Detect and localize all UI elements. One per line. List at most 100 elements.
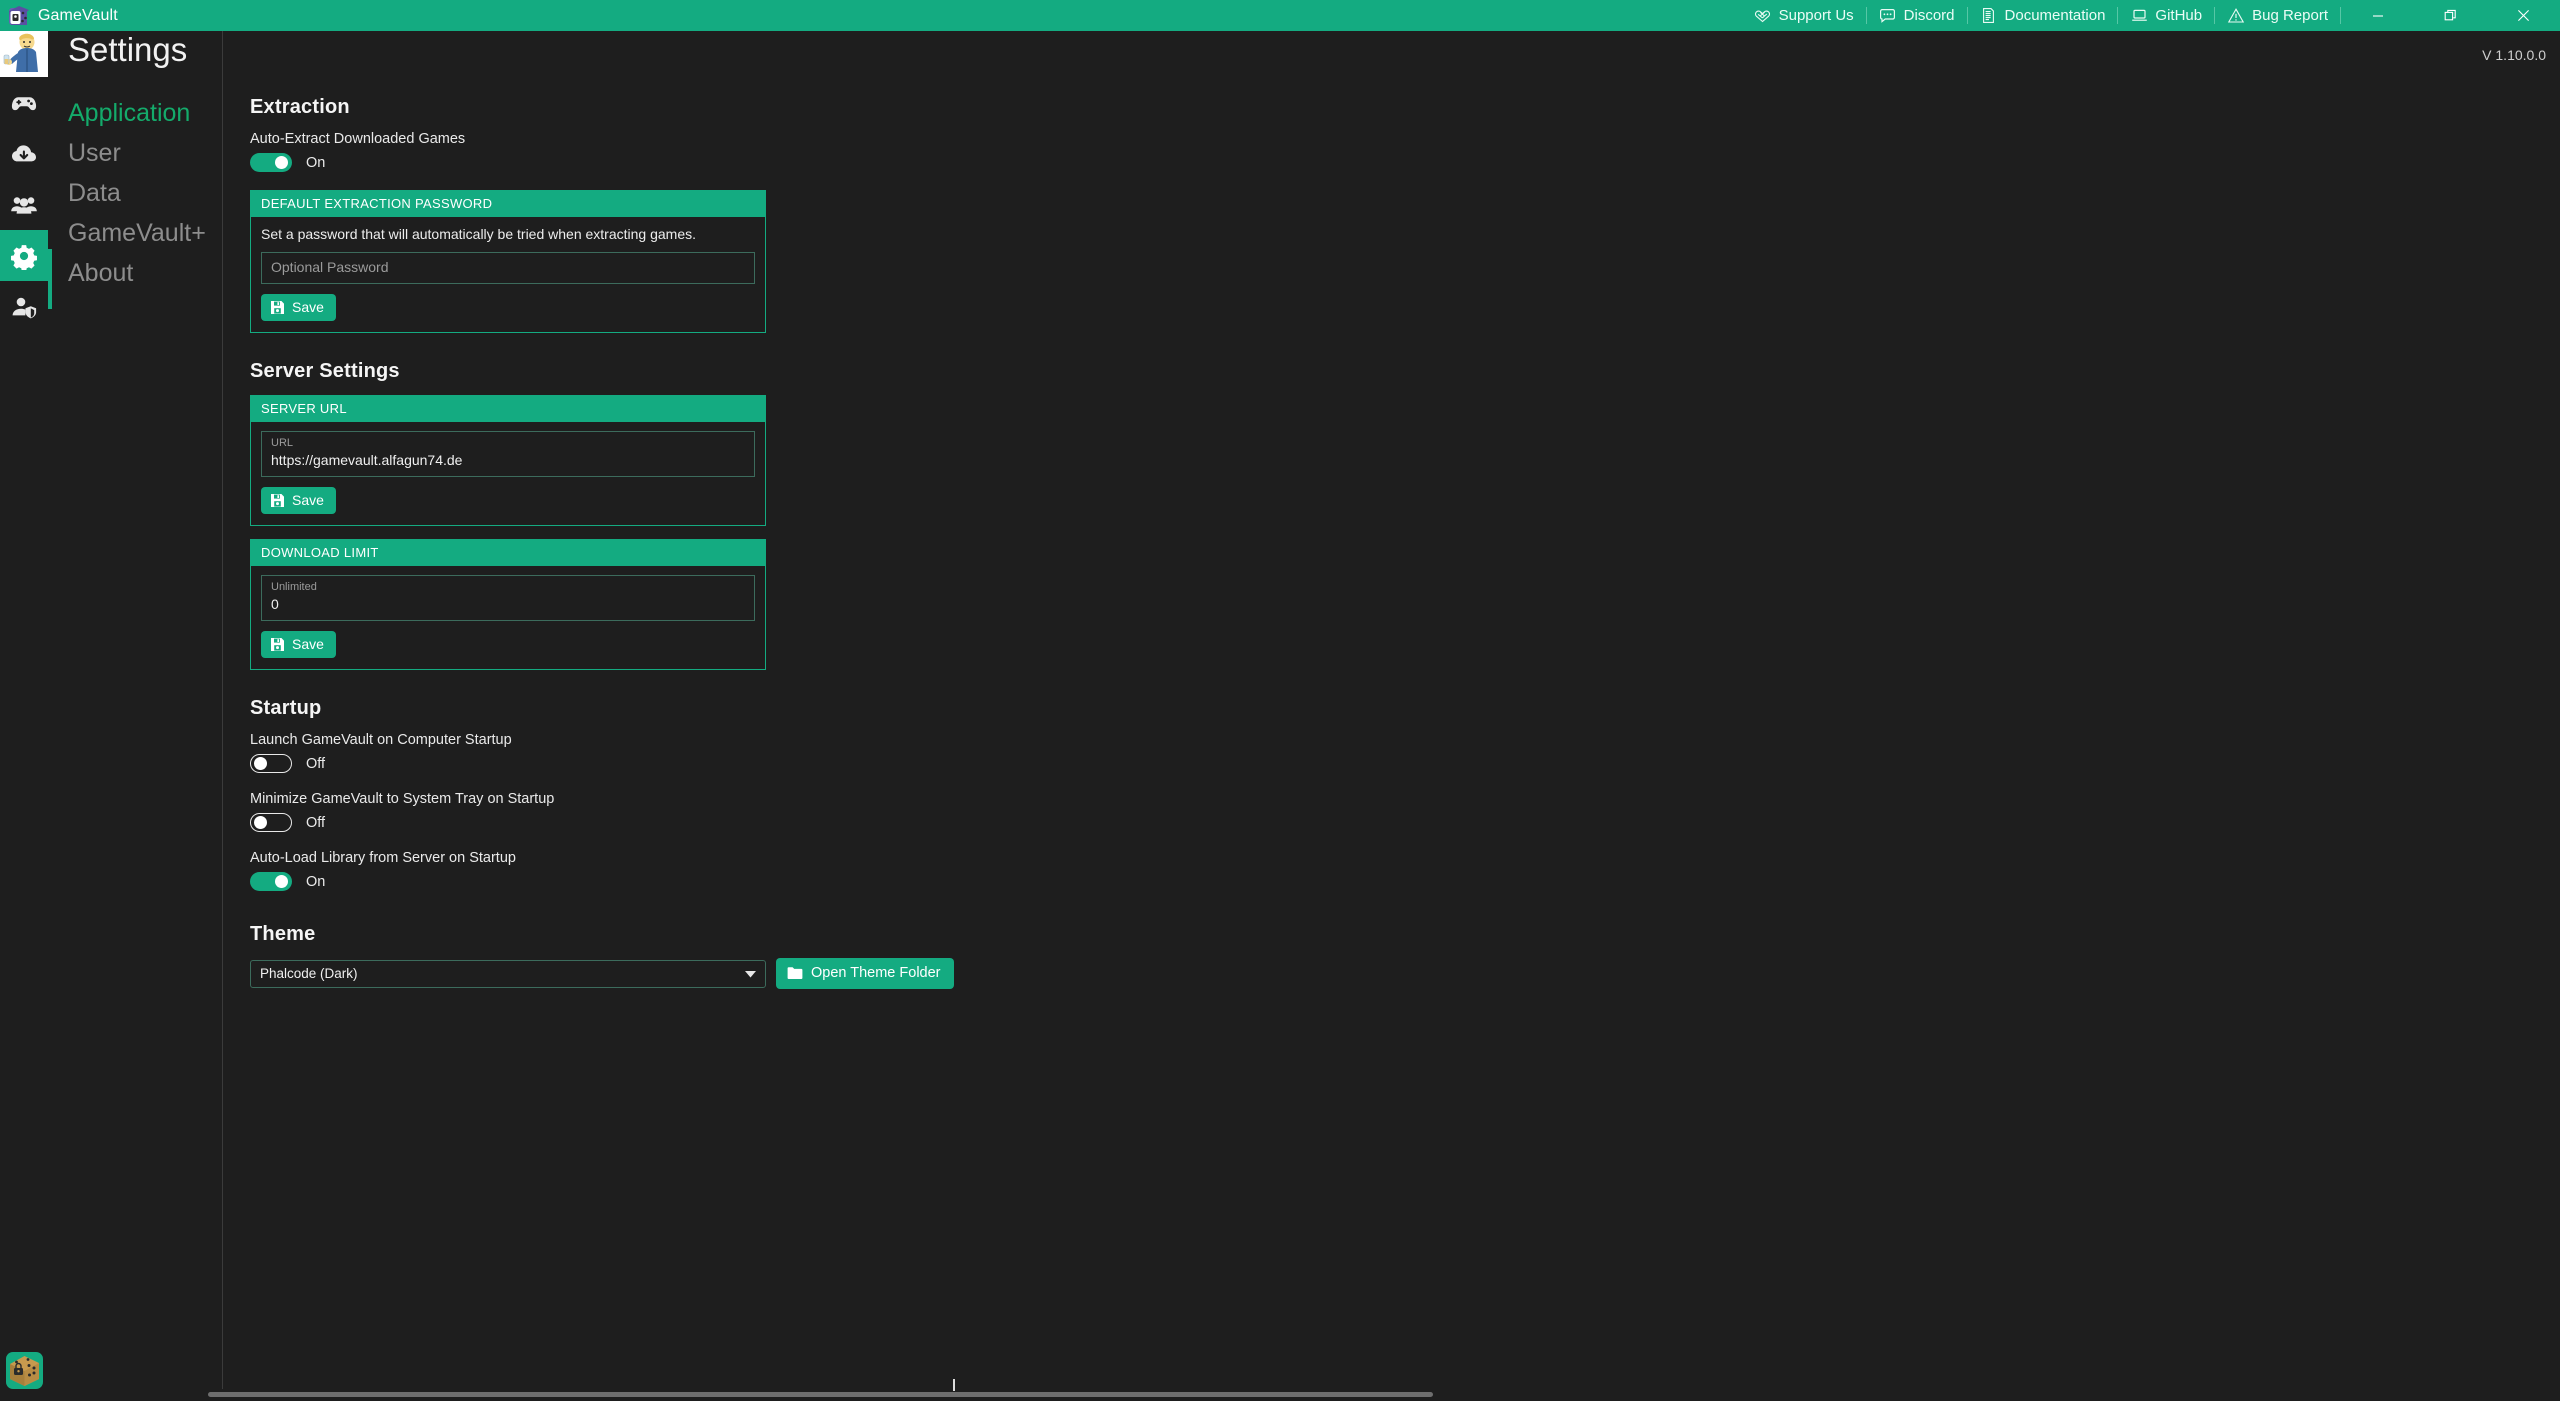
folder-icon	[787, 966, 803, 980]
titlebar-link-bug-report[interactable]: Bug Report	[2215, 0, 2340, 31]
titlebar-link-discord[interactable]: Discord	[1867, 0, 1967, 31]
save-download-limit-button[interactable]: Save	[261, 631, 336, 658]
save-button-label: Save	[292, 299, 324, 315]
save-button-label: Save	[292, 492, 324, 508]
toggle-knob	[275, 875, 288, 888]
rail-item-settings[interactable]	[0, 230, 48, 281]
save-server-url-button[interactable]: Save	[261, 487, 336, 514]
server-url-input[interactable]: URL https://gamevault.alfagun74.de	[261, 431, 755, 477]
auto-load-library-toggle[interactable]	[250, 872, 292, 891]
chat-bubble-icon	[1879, 7, 1897, 25]
gear-icon	[10, 242, 38, 270]
toggle-knob	[275, 156, 288, 169]
icon-rail	[0, 31, 48, 1401]
settings-nav: Application User Data GameVault+ About	[48, 31, 223, 1401]
card-body: Set a password that will automatically b…	[251, 217, 765, 332]
download-limit-card: DOWNLOAD LIMIT Unlimited 0 Save	[250, 539, 766, 670]
cloud-download-icon	[10, 140, 38, 168]
save-button-label: Save	[292, 636, 324, 652]
titlebar-link-label: Bug Report	[2252, 7, 2328, 24]
horizontal-scrollbar[interactable]	[208, 1379, 2560, 1401]
download-limit-input[interactable]: Unlimited 0	[261, 575, 755, 621]
toggle-knob	[254, 756, 267, 770]
auto-extract-toggle-row: On	[250, 153, 2560, 172]
titlebar-link-label: GitHub	[2155, 7, 2203, 24]
nav-item-data[interactable]: Data	[48, 173, 222, 213]
floppy-disk-icon	[270, 493, 285, 508]
card-header: SERVER URL	[251, 396, 765, 422]
rail-item-admin[interactable]	[0, 281, 48, 332]
nav-item-about[interactable]: About	[48, 253, 222, 293]
rail-item-games[interactable]	[0, 77, 48, 128]
laptop-icon	[2130, 7, 2148, 25]
titlebar-link-documentation[interactable]: Documentation	[1968, 0, 2118, 31]
nav-accent-bar	[48, 249, 52, 309]
auto-extract-label: Auto-Extract Downloaded Games	[250, 131, 466, 147]
toggle-knob	[254, 815, 267, 829]
auto-extract-toggle[interactable]	[250, 153, 292, 172]
section-title-extraction: Extraction	[250, 96, 350, 118]
section-title-theme: Theme	[250, 923, 316, 945]
launch-on-startup-toggle[interactable]	[250, 754, 292, 773]
user-shield-icon	[10, 293, 38, 321]
version-label: V 1.10.0.0	[2482, 47, 2546, 63]
auto-load-library-state: On	[306, 873, 326, 890]
launch-on-startup-state: Off	[306, 755, 326, 772]
input-label: URL	[271, 437, 294, 449]
page-title: Settings	[68, 31, 188, 68]
title-bar: GameVault Support Us Discord Documentati…	[0, 0, 2560, 31]
open-theme-folder-label: Open Theme Folder	[811, 965, 941, 981]
app-title: GameVault	[38, 6, 118, 24]
auto-load-library-label: Auto-Load Library from Server on Startup	[250, 850, 516, 866]
input-value: https://gamevault.alfagun74.de	[271, 452, 463, 468]
text-caret	[953, 1379, 955, 1391]
minimize-button[interactable]	[2341, 0, 2414, 31]
maximize-button[interactable]	[2414, 0, 2487, 31]
server-url-card: SERVER URL URL https://gamevault.alfagun…	[250, 395, 766, 526]
card-description: Set a password that will automatically b…	[261, 226, 696, 242]
titlebar-link-label: Discord	[1903, 7, 1955, 24]
launch-on-startup-row: Off	[250, 754, 2560, 773]
hands-heart-icon	[1754, 7, 1772, 25]
titlebar-links: Support Us Discord Documentation GitHub …	[1742, 0, 2560, 31]
maximize-icon	[2444, 9, 2457, 22]
open-theme-folder-button[interactable]: Open Theme Folder	[776, 958, 954, 989]
close-icon	[2517, 9, 2530, 22]
extraction-password-input[interactable]: Optional Password	[261, 252, 755, 284]
card-header: DOWNLOAD LIMIT	[251, 540, 765, 566]
titlebar-link-label: Documentation	[2004, 7, 2106, 24]
document-icon	[1980, 7, 1998, 25]
titlebar-link-support-us[interactable]: Support Us	[1742, 0, 1866, 31]
input-value: 0	[271, 596, 279, 612]
save-extraction-password-button[interactable]: Save	[261, 294, 336, 321]
rail-item-community[interactable]	[0, 179, 48, 230]
card-body: URL https://gamevault.alfagun74.de Save	[251, 422, 765, 525]
nav-item-application[interactable]: Application	[48, 93, 222, 133]
auto-load-library-row: On	[250, 872, 2560, 891]
input-label: Unlimited	[271, 581, 317, 593]
minimize-to-tray-row: Off	[250, 813, 2560, 832]
input-placeholder: Optional Password	[271, 259, 389, 275]
nav-item-gamevault-plus[interactable]: GameVault+	[48, 213, 222, 253]
theme-select[interactable]: Phalcode (Dark)	[250, 959, 766, 988]
minimize-icon	[2372, 10, 2384, 22]
close-button[interactable]	[2487, 0, 2560, 31]
gamevault-dice-logo[interactable]	[6, 1352, 43, 1389]
section-title-server-settings: Server Settings	[250, 360, 400, 382]
avatar[interactable]	[0, 31, 48, 77]
nav-item-user[interactable]: User	[48, 133, 222, 173]
settings-content: Extraction Auto-Extract Downloaded Games…	[223, 82, 2560, 1389]
titlebar-link-github[interactable]: GitHub	[2118, 0, 2214, 31]
scrollbar-thumb[interactable]	[208, 1392, 1433, 1397]
gamepad-icon	[10, 89, 38, 117]
theme-row: Phalcode (Dark) Open Theme Folder	[250, 958, 2560, 989]
rail-item-downloads[interactable]	[0, 128, 48, 179]
chevron-down-icon	[745, 966, 756, 981]
people-icon	[10, 191, 38, 219]
titlebar-link-label: Support Us	[1778, 7, 1854, 24]
minimize-to-tray-toggle[interactable]	[250, 813, 292, 832]
card-header: DEFAULT EXTRACTION PASSWORD	[251, 191, 765, 217]
app-icon	[8, 5, 30, 27]
default-extraction-password-card: DEFAULT EXTRACTION PASSWORD Set a passwo…	[250, 190, 766, 333]
theme-select-value: Phalcode (Dark)	[260, 966, 358, 981]
